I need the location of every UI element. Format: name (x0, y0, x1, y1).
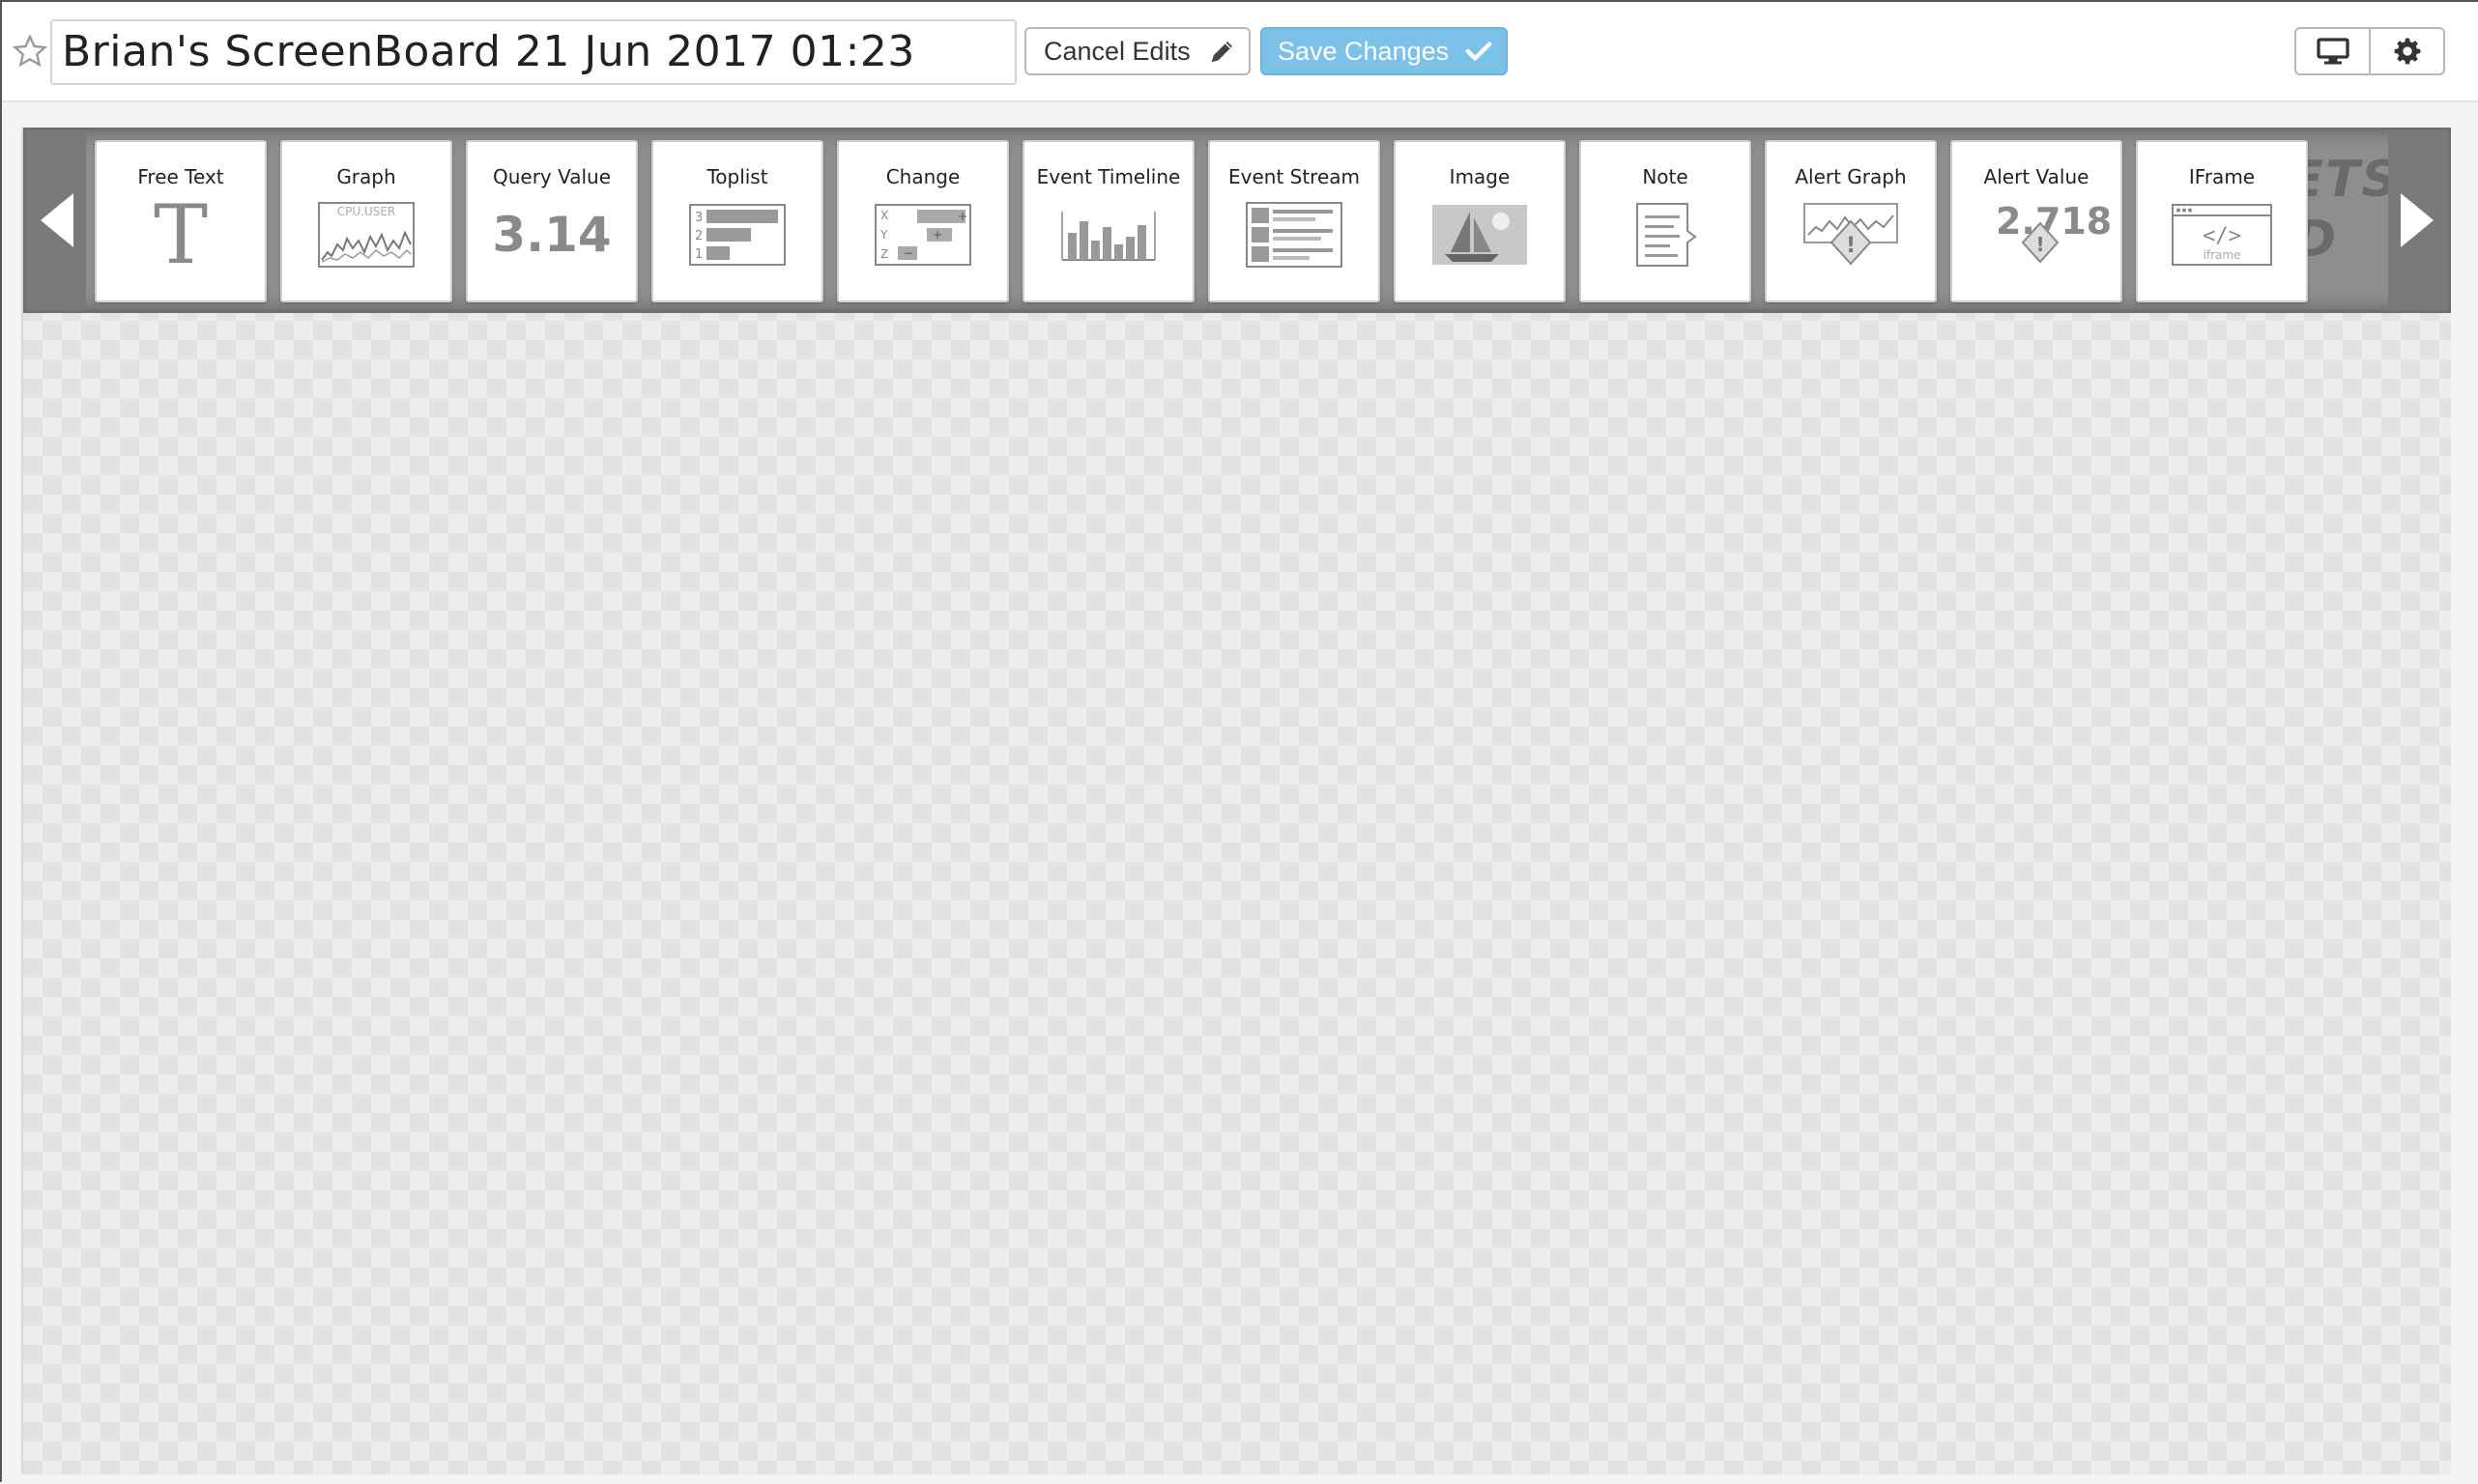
gear-icon (2394, 38, 2420, 65)
window-frame: Brian's ScreenBoard 21 Jun 2017 01:23 Ca… (0, 0, 2478, 1484)
header-bar: Brian's ScreenBoard 21 Jun 2017 01:23 Ca… (2, 2, 2478, 102)
svg-text:−: − (904, 246, 913, 260)
svg-text:X: X (880, 209, 888, 222)
widget-label: Image (1449, 165, 1511, 188)
widget-tray: GETS RD Free Text T Graph (23, 128, 2451, 313)
widget-label: Graph (336, 165, 396, 188)
star-icon[interactable] (12, 33, 48, 70)
pencil-icon (1211, 42, 1232, 63)
note-icon (1615, 200, 1715, 270)
svg-text:Z: Z (880, 247, 888, 261)
settings-button[interactable] (2369, 29, 2443, 73)
board-canvas[interactable] (21, 128, 2451, 1474)
widget-image[interactable]: Image (1394, 140, 1566, 302)
tray-scroll-right-button[interactable] (2388, 130, 2448, 310)
save-changes-button[interactable]: Save Changes (1260, 27, 1508, 75)
change-icon: X Y Z + + − (873, 200, 973, 270)
arrow-left-icon (41, 193, 73, 247)
cancel-edits-label: Cancel Edits (1044, 36, 1191, 66)
arrow-right-icon (2401, 193, 2434, 247)
monitor-icon (2316, 38, 2349, 65)
svg-text:iframe: iframe (2204, 248, 2241, 262)
svg-text:</>: </> (2203, 224, 2241, 248)
widget-label: Alert Graph (1795, 165, 1907, 188)
event-stream-icon (1244, 200, 1344, 270)
svg-text:+: + (933, 228, 942, 242)
widget-label: Change (885, 165, 961, 188)
save-changes-label: Save Changes (1278, 36, 1450, 66)
widget-label: Query Value (492, 165, 612, 188)
svg-text:Y: Y (879, 228, 888, 242)
widget-label: Alert Value (1983, 165, 2089, 188)
svg-text:2: 2 (695, 229, 703, 243)
free-text-icon: T (153, 187, 209, 282)
widget-label: Free Text (137, 165, 224, 188)
widget-change[interactable]: Change X Y Z + + − (837, 140, 1009, 302)
widget-alert-value[interactable]: Alert Value 2.718 ! (1950, 140, 2122, 302)
svg-text:!: ! (2035, 233, 2044, 256)
svg-text:+: + (958, 210, 967, 223)
widget-event-timeline[interactable]: Event Timeline (1023, 140, 1195, 302)
widget-iframe[interactable]: IFrame </> iframe (2136, 140, 2308, 302)
widget-label: Event Timeline (1036, 165, 1181, 188)
event-timeline-icon (1058, 200, 1159, 270)
widget-label: Event Stream (1227, 165, 1360, 188)
widget-list: Free Text T Graph CPU.USER Query Value 3… (95, 140, 2308, 302)
svg-text:3: 3 (695, 211, 703, 225)
iframe-icon: </> iframe (2172, 200, 2272, 270)
widget-label: Toplist (706, 165, 768, 188)
toplist-icon: 3 2 1 (687, 200, 788, 270)
cancel-edits-button[interactable]: Cancel Edits (1024, 27, 1251, 75)
tray-scroll-left-button[interactable] (26, 130, 86, 310)
query-value-icon: 3.14 (492, 207, 612, 263)
widget-label: Note (1642, 165, 1688, 188)
widget-graph[interactable]: Graph CPU.USER (280, 140, 452, 302)
board-title-input[interactable]: Brian's ScreenBoard 21 Jun 2017 01:23 (50, 19, 1017, 85)
graph-icon: CPU.USER (316, 200, 417, 270)
widget-query-value[interactable]: Query Value 3.14 (466, 140, 638, 302)
widget-toplist[interactable]: Toplist 3 2 1 (651, 140, 823, 302)
widget-label: IFrame (2188, 165, 2256, 188)
widget-note[interactable]: Note (1579, 140, 1751, 302)
checkmark-icon (1465, 42, 1492, 61)
svg-text:!: ! (1846, 234, 1856, 258)
alert-graph-icon: ! (1801, 200, 1901, 270)
image-icon (1429, 200, 1530, 270)
widget-alert-graph[interactable]: Alert Graph ! (1765, 140, 1937, 302)
view-controls (2294, 27, 2445, 75)
alert-value-icon: 2.718 ! (1986, 200, 2112, 270)
widget-free-text[interactable]: Free Text T (95, 140, 267, 302)
tv-mode-button[interactable] (2296, 29, 2369, 73)
svg-text:CPU.USER: CPU.USER (337, 205, 396, 218)
svg-text:1: 1 (695, 247, 703, 262)
widget-event-stream[interactable]: Event Stream (1208, 140, 1380, 302)
